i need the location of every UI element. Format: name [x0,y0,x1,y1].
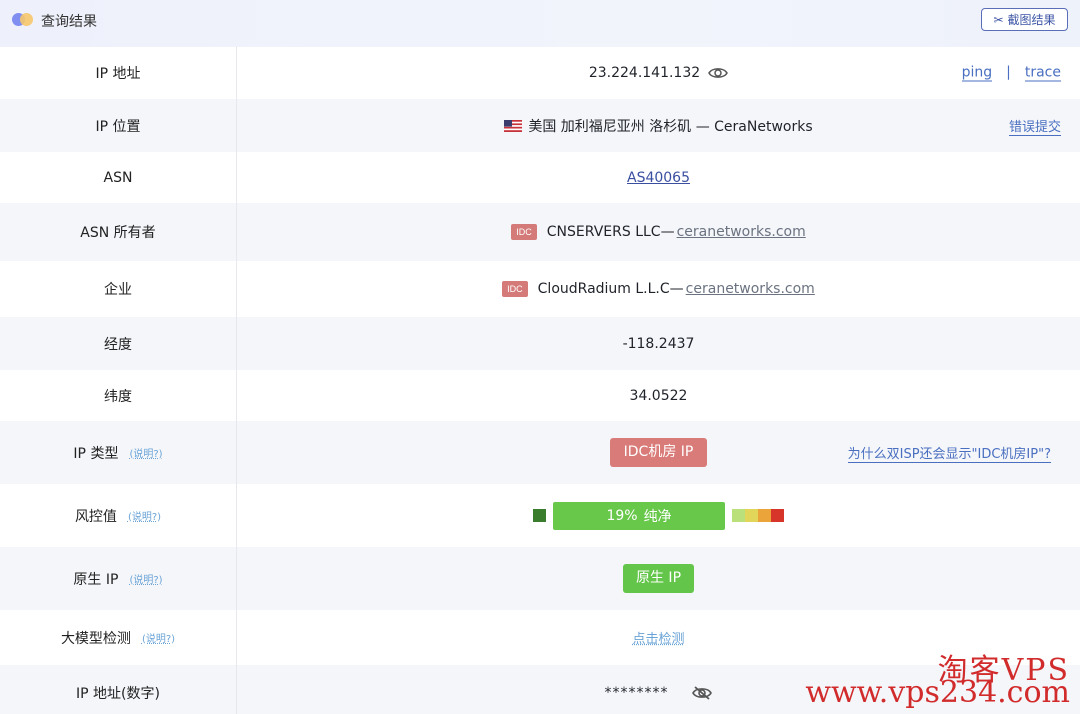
row-label: IP 位置 [0,99,237,152]
row-value: -118.2437 [237,317,1080,370]
row-ip-location: IP 位置 美国 加利福尼亚州 洛杉矶 — CeraNetworks 错误提交 [0,99,1080,152]
row-label: 风控值 (说明?) [0,484,237,547]
company-name: CloudRadium L.L.C— [537,281,684,297]
risk-level-square [533,509,546,522]
row-label: 原生 IP (说明?) [0,547,237,610]
ip-tools: ping | trace [961,64,1061,82]
row-label: 经度 [0,317,237,370]
idc-badge: IDC [502,281,528,297]
risk-meter: 19% 纯净 [533,501,784,530]
risk-level: 纯净 [643,508,672,525]
row-value: 19% 纯净 [237,484,1080,547]
scale-segment [745,509,758,522]
row-label: IP 地址(数字) [0,665,237,714]
row-label: 大模型检测 (说明?) [0,610,237,665]
explain-link[interactable]: (说明?) [129,445,162,460]
row-llm-detection: 大模型检测 (说明?) 点击检测 [0,610,1080,665]
row-value: 点击检测 [237,610,1080,665]
report-error-link[interactable]: 错误提交 [1008,116,1061,136]
row-native-ip: 原生 IP (说明?) 原生 IP [0,547,1080,610]
scissors-icon: ✂ [993,12,1004,27]
row-label: ASN 所有者 [0,203,237,261]
screenshot-button-label: 截图结果 [1007,13,1056,27]
row-risk-score: 风控值 (说明?) 19% 纯净 [0,484,1080,547]
link-separator: | [1006,64,1011,81]
trace-link[interactable]: trace [1024,65,1061,82]
latitude-value: 34.0522 [629,387,688,404]
risk-label: 风控值 [74,508,117,525]
row-label: 企业 [0,261,237,317]
scale-segment [771,509,784,522]
row-label: IP 类型 (说明?) [0,421,237,484]
explain-link[interactable]: (说明?) [142,630,175,645]
row-label: IP 地址 [0,47,237,99]
row-ip-number: IP 地址(数字) ******** [0,665,1080,714]
row-latitude: 纬度 34.0522 [0,370,1080,421]
page-title: 查询结果 [41,14,97,30]
ip-type-label: IP 类型 [73,445,119,462]
eye-icon[interactable] [708,66,729,80]
scale-segment [732,509,745,522]
longitude-value: -118.2437 [622,335,695,352]
location-text: 美国 加利福尼亚州 洛杉矶 — CeraNetworks [528,118,813,135]
asn-link[interactable]: AS40065 [627,170,690,186]
us-flag-icon [504,119,523,132]
ip-address-text: 23.224.141.132 [588,65,701,81]
risk-percent: 19% [606,507,638,524]
row-label: 纬度 [0,370,237,421]
llm-label: 大模型检测 [60,630,131,647]
result-header: 查询结果 ✂ 截图结果 [0,0,1080,47]
scale-segment [758,509,771,522]
row-value: 23.224.141.132 ping | trace [237,47,1080,99]
ping-link[interactable]: ping [961,65,993,82]
risk-bar: 19% 纯净 [553,501,725,530]
asn-owner-domain-link[interactable]: ceranetworks.com [677,224,806,240]
asn-owner-name: CNSERVERS LLC— [546,224,675,240]
native-ip-badge: 原生 IP [622,564,695,593]
row-ip-address: IP 地址 23.224.141.132 ping | trace [0,47,1080,99]
row-value: IDC CNSERVERS LLC— ceranetworks.com [237,203,1080,261]
risk-scale [732,509,784,522]
row-ip-type: IP 类型 (说明?) IDC机房 IP 为什么双ISP还会显示"IDC机房IP… [0,421,1080,484]
row-company: 企业 IDC CloudRadium L.L.C— ceranetworks.c… [0,261,1080,317]
ip-type-badge: IDC机房 IP [609,438,708,467]
row-label: ASN [0,152,237,203]
company-domain-link[interactable]: ceranetworks.com [686,281,815,297]
why-idc-link[interactable]: 为什么双ISP还会显示"IDC机房IP"? [847,443,1051,463]
row-asn: ASN AS40065 [0,152,1080,203]
screenshot-result-button[interactable]: ✂ 截图结果 [981,8,1068,31]
idc-badge: IDC [511,224,537,240]
logo-icon [12,13,34,27]
row-asn-owner: ASN 所有者 IDC CNSERVERS LLC— ceranetworks.… [0,203,1080,261]
native-ip-label: 原生 IP [73,571,119,588]
row-value: IDC机房 IP 为什么双ISP还会显示"IDC机房IP"? [237,421,1080,484]
result-table: IP 地址 23.224.141.132 ping | trace IP 位置 [0,47,1080,714]
eye-off-icon[interactable] [691,685,713,701]
row-value: ******** [237,665,1080,714]
explain-link[interactable]: (说明?) [128,508,161,523]
ip-number-masked: ******** [604,684,669,701]
row-value: 原生 IP [237,547,1080,610]
explain-link[interactable]: (说明?) [129,571,162,586]
row-value: 美国 加利福尼亚州 洛杉矶 — CeraNetworks 错误提交 [237,99,1080,152]
row-value: AS40065 [237,152,1080,203]
click-detect-link[interactable]: 点击检测 [632,628,684,647]
row-longitude: 经度 -118.2437 [0,317,1080,370]
row-value: 34.0522 [237,370,1080,421]
row-value: IDC CloudRadium L.L.C— ceranetworks.com [237,261,1080,317]
